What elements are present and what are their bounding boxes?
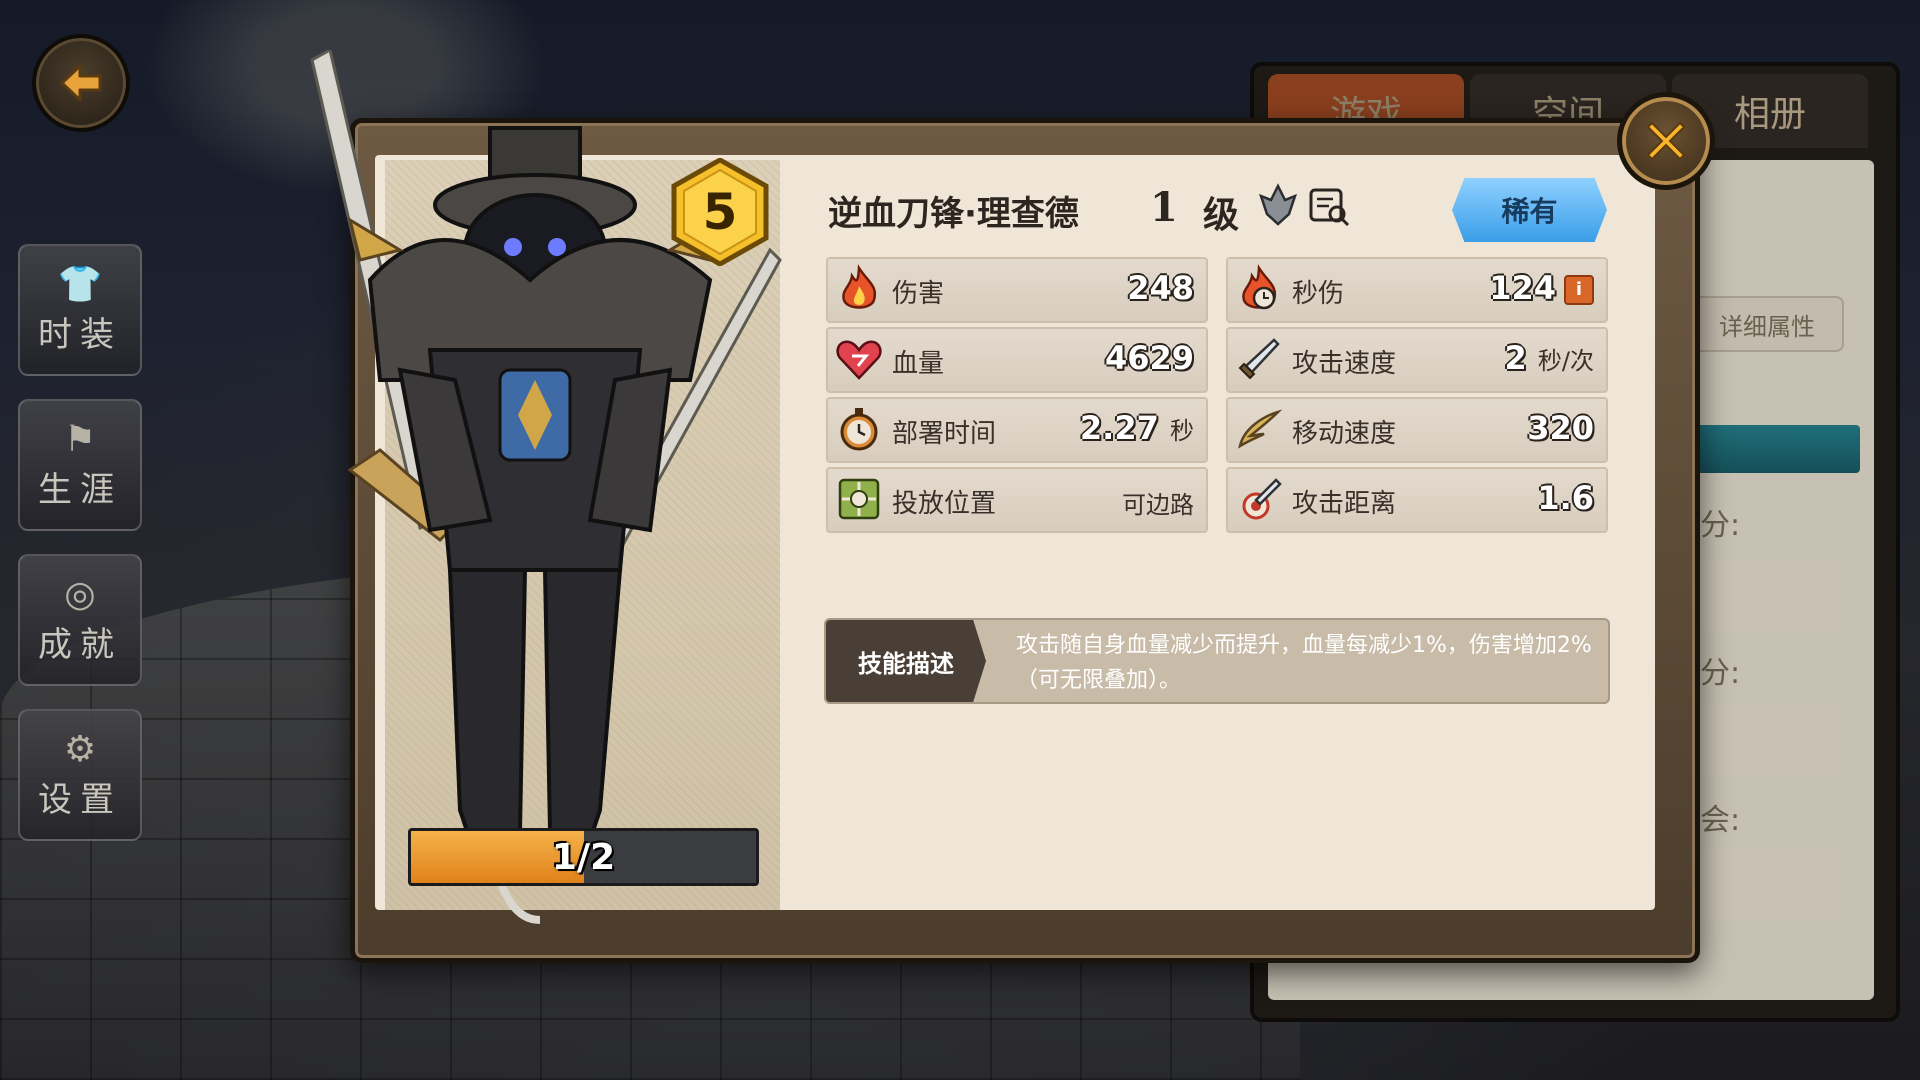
stat-value-group: 可边路 [1122, 485, 1194, 520]
side-menu-career[interactable]: ⚑ 生涯 [18, 399, 142, 531]
stat-value: 248 [1127, 269, 1194, 307]
stat-value-group: 2 秒/次 [1505, 339, 1595, 377]
costume-icon: 👕 [57, 263, 103, 305]
stat-value: 2.27 [1079, 409, 1159, 447]
stat-value-group: 320 [1527, 409, 1594, 447]
fire-clock-icon [1242, 264, 1277, 310]
skill-text: 攻击随自身血量减少而提升，血量每减少1%，伤害增加2%（可无限叠加）。 [1016, 633, 1592, 693]
profile-row [1690, 705, 1840, 775]
close-button[interactable] [1617, 92, 1715, 190]
stat-value: 124 [1489, 269, 1556, 307]
sword-icon [1238, 338, 1280, 380]
stat-value: 320 [1527, 409, 1594, 447]
stat-label: 伤害 [892, 279, 945, 309]
stat-label: 血量 [892, 349, 945, 379]
profile-ribbon [1690, 425, 1860, 473]
hero-name: 逆血刀锋·理查德 [828, 194, 1079, 234]
stat-row: 血量 4629 [826, 327, 1208, 393]
stat-value: 可边路 [1122, 491, 1194, 519]
stat-unit: 秒 [1170, 417, 1194, 445]
class-emblem-icon [1258, 183, 1298, 226]
stat-row: 攻击距离 1.6 [1226, 467, 1608, 533]
stat-label: 秒伤 [1292, 279, 1345, 309]
stat-row: 投放位置 可边路 [826, 467, 1208, 533]
stat-value-group: 4629 [1105, 339, 1194, 377]
info-icon[interactable]: i [1564, 275, 1594, 305]
star-level-badge: 5 [670, 157, 770, 267]
fire-icon [842, 264, 877, 309]
stat-label: 移动速度 [1292, 419, 1397, 449]
stat-value: 1.6 [1537, 479, 1594, 517]
settings-gear-icon: ⚙ [63, 728, 97, 770]
hero-level-number: 1 [1150, 184, 1178, 231]
profile-row [1690, 560, 1840, 630]
heart-icon [836, 340, 882, 380]
stat-row: 部署时间 2.27 秒 [826, 397, 1208, 463]
detail-attributes-button[interactable]: 详细属性 [1690, 296, 1844, 352]
side-menu-label: 时装 [38, 314, 122, 355]
close-icon [1646, 121, 1686, 161]
side-menu-label: 设置 [38, 779, 122, 820]
stat-row: 攻击速度 2 秒/次 [1226, 327, 1608, 393]
stat-value: 4629 [1104, 339, 1194, 377]
rarity-badge: 稀有 [1452, 178, 1607, 242]
stat-row: 移动速度 320 [1226, 397, 1608, 463]
stopwatch-icon [840, 408, 878, 451]
detail-attributes-label: 详细属性 [1719, 312, 1815, 341]
back-button[interactable] [32, 34, 130, 132]
stat-value-group: 124 i [1489, 269, 1594, 307]
stat-label: 部署时间 [892, 419, 997, 449]
profile-label: 会: [1700, 803, 1741, 838]
deploy-position-icon [838, 478, 880, 520]
wing-icon [1238, 409, 1283, 449]
stat-label: 投放位置 [892, 489, 997, 519]
progress-text: 1/2 [551, 836, 616, 878]
stat-value-group: 1.6 [1537, 479, 1594, 517]
stat-row: 伤害 248 [826, 257, 1208, 323]
stat-value-group: 2.27 秒 [1080, 409, 1194, 447]
profile-label: 分: [1700, 656, 1741, 691]
stat-unit: 秒/次 [1537, 347, 1594, 375]
stat-label: 攻击速度 [1292, 349, 1397, 379]
skill-tag: 技能描述 [826, 620, 986, 702]
profile-row [1690, 850, 1840, 920]
stat-row: 秒伤 124 i [1226, 257, 1608, 323]
back-arrow-icon [60, 64, 102, 102]
scroll-search-icon[interactable] [1305, 182, 1351, 228]
side-menu-costume[interactable]: 👕 时装 [18, 244, 142, 376]
stat-label: 攻击距离 [1292, 489, 1397, 519]
achievement-medal-icon: ◎ [64, 573, 96, 615]
profile-label: 分: [1700, 508, 1741, 543]
side-menu-settings[interactable]: ⚙ 设置 [18, 709, 142, 841]
star-level-value: 5 [702, 183, 738, 241]
skill-description: 技能描述 攻击随自身血量减少而提升，血量每减少1%，伤害增加2%（可无限叠加）。 [824, 618, 1610, 704]
tab-label: 相册 [1733, 94, 1806, 135]
hero-level-label: 级 [1203, 195, 1240, 236]
side-menu-label: 成就 [38, 624, 122, 665]
target-sword-icon [1242, 478, 1282, 520]
side-menu-achievement[interactable]: ◎ 成就 [18, 554, 142, 686]
career-flag-icon: ⚑ [63, 418, 97, 460]
stat-value: 2 [1504, 339, 1527, 377]
stat-value-group: 248 [1127, 269, 1194, 307]
card-progress-bar: 1/2 [408, 828, 759, 886]
side-menu-label: 生涯 [38, 469, 122, 510]
